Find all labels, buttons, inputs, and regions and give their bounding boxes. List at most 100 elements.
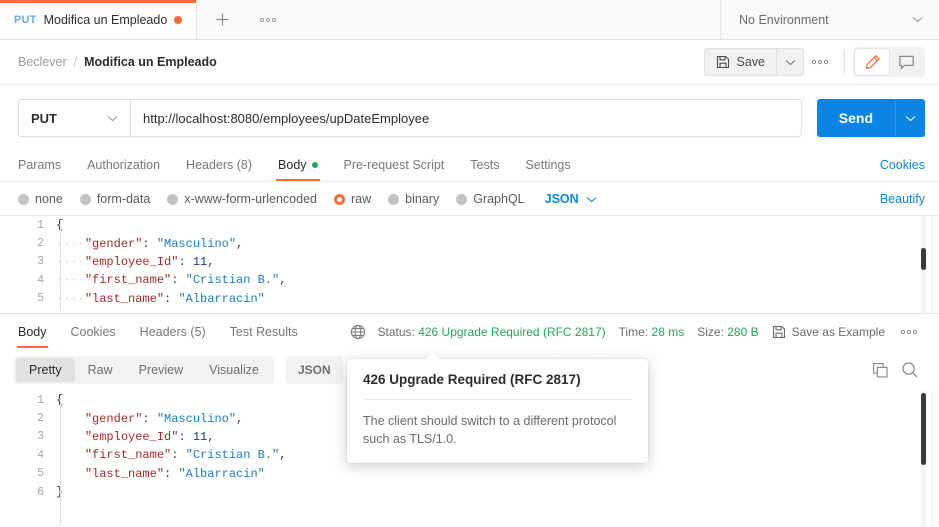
- json-key: "gender": [84, 411, 143, 426]
- tooltip-title: 426 Upgrade Required (RFC 2817): [363, 372, 581, 387]
- body-type-none-label: none: [35, 192, 63, 206]
- body-present-dot-icon: [311, 162, 318, 168]
- response-view-mode-group: Pretty Raw Preview Visualize: [14, 356, 274, 384]
- response-tab-headers[interactable]: Headers (5): [140, 316, 206, 348]
- tab-method-label: PUT: [14, 13, 37, 26]
- request-tab-modifica-un-empleado[interactable]: PUT Modifica un Empleado: [0, 0, 198, 39]
- body-type-binary[interactable]: binary: [388, 192, 439, 206]
- json-key: "gender": [84, 236, 143, 251]
- tab-settings-label: Settings: [525, 158, 571, 172]
- tab-settings[interactable]: Settings: [525, 158, 570, 181]
- json-value: "Cristian B.": [185, 448, 280, 463]
- tab-params[interactable]: Params: [18, 158, 61, 181]
- line-number: 2: [37, 237, 44, 251]
- json-key: "employee_Id": [84, 254, 179, 269]
- json-value: "Masculino": [156, 236, 237, 251]
- body-type-binary-label: binary: [405, 192, 440, 206]
- body-type-graphql[interactable]: GraphQL: [456, 192, 525, 206]
- breadcrumb-collection-link[interactable]: Beclever: [18, 55, 67, 69]
- copy-to-clipboard-button[interactable]: [865, 356, 895, 384]
- postman-window: PUT Modifica un Empleado No Environment …: [0, 0, 939, 527]
- request-body-editor[interactable]: 1 { 2 ····"gender": "Masculino", 3 ····"…: [0, 215, 939, 313]
- response-view-pretty[interactable]: Pretty: [16, 358, 75, 382]
- tab-params-label: Params: [18, 158, 62, 172]
- viewer-right-edge: [931, 391, 939, 527]
- editor-fold-guide: [60, 395, 61, 525]
- tab-body[interactable]: Body: [276, 158, 320, 181]
- response-format-selector[interactable]: JSON: [285, 356, 343, 384]
- status-value: 426 Upgrade Required (RFC 2817): [418, 324, 606, 339]
- status-code-tooltip: 426 Upgrade Required (RFC 2817) The clie…: [347, 351, 648, 464]
- response-tab-test-results[interactable]: Test Results: [230, 316, 298, 348]
- editor-right-edge: [931, 216, 939, 313]
- response-time: Time: 28 ms: [619, 325, 685, 339]
- tab-tests-label: Tests: [470, 158, 500, 172]
- response-status[interactable]: Status: 426 Upgrade Required (RFC 2817): [377, 325, 605, 339]
- line-number: 6: [37, 485, 44, 499]
- json-value: 11: [192, 429, 208, 444]
- environment-value: No Environment: [739, 12, 829, 27]
- pencil-icon: [864, 54, 881, 71]
- tab-authorization[interactable]: Authorization: [87, 158, 160, 181]
- save-as-example-label: Save as Example: [791, 324, 885, 339]
- response-view-raw[interactable]: Raw: [75, 358, 126, 382]
- unsaved-dot-icon: [174, 15, 183, 24]
- floppy-disk-icon: [716, 55, 730, 69]
- send-options-dropdown[interactable]: [895, 99, 925, 137]
- size-prefix-label: Size:: [697, 324, 724, 339]
- line-number: 1: [37, 393, 44, 407]
- radio-selected-icon: [334, 193, 345, 205]
- response-view-visualize[interactable]: Visualize: [196, 358, 272, 382]
- body-type-form-data[interactable]: form-data: [79, 192, 150, 206]
- time-prefix-label: Time:: [618, 324, 649, 339]
- response-more-actions-button[interactable]: [893, 318, 925, 346]
- json-value: "Albarracin": [178, 466, 265, 481]
- response-viewer-scrollbar-thumb[interactable]: [921, 393, 926, 465]
- breadcrumb-separator: /: [73, 55, 78, 69]
- search-response-button[interactable]: [895, 356, 925, 384]
- response-tab-body[interactable]: Body: [17, 316, 47, 348]
- http-method-selector[interactable]: PUT: [18, 99, 130, 137]
- save-button-label: Save: [736, 55, 766, 69]
- body-type-raw[interactable]: raw: [334, 192, 371, 206]
- request-more-actions-button[interactable]: [804, 48, 836, 76]
- new-tab-button[interactable]: [197, 0, 248, 39]
- save-button[interactable]: Save: [703, 48, 776, 76]
- line-number: 4: [37, 273, 44, 287]
- raw-format-selector[interactable]: JSON: [545, 192, 597, 206]
- body-type-x-www-form-urlencoded-label: x-www-form-urlencoded: [184, 192, 317, 206]
- request-editor-scrollbar-thumb[interactable]: [921, 248, 926, 270]
- send-button[interactable]: Send: [816, 99, 895, 137]
- request-tab-bar: PUT Modifica un Empleado No Environment: [0, 0, 939, 40]
- json-key: "first_name": [84, 448, 172, 463]
- save-options-dropdown[interactable]: [776, 48, 804, 76]
- edit-mode-button[interactable]: [855, 49, 889, 75]
- response-meta-bar: Body Cookies Headers (5) Test Results St…: [0, 313, 939, 349]
- body-type-x-www-form-urlencoded[interactable]: x-www-form-urlencoded: [167, 192, 317, 206]
- raw-format-value: JSON: [544, 192, 579, 206]
- chevron-down-icon: [107, 115, 118, 122]
- cookies-link[interactable]: Cookies: [880, 158, 925, 181]
- tab-body-label: Body: [278, 158, 307, 172]
- beautify-link[interactable]: Beautify: [880, 192, 925, 206]
- response-view-preview[interactable]: Preview: [126, 358, 196, 382]
- code-line: 1 {: [0, 216, 939, 234]
- save-as-example-button[interactable]: Save as Example: [772, 325, 885, 339]
- url-input[interactable]: http://localhost:8080/employees/upDateEm…: [130, 99, 802, 137]
- tab-headers[interactable]: Headers (8): [186, 158, 252, 181]
- environment-selector[interactable]: No Environment: [720, 0, 939, 39]
- request-section-tabs: Params Authorization Headers (8) Body Pr…: [0, 149, 939, 182]
- response-tab-cookies[interactable]: Cookies: [71, 316, 116, 348]
- tab-pre-request-script[interactable]: Pre-request Script: [344, 158, 445, 181]
- comments-button[interactable]: [889, 49, 923, 75]
- body-type-none[interactable]: none: [18, 192, 63, 206]
- size-value: 280 B: [727, 324, 759, 339]
- status-prefix-label: Status:: [377, 324, 415, 339]
- line-number: 3: [37, 255, 44, 269]
- tab-bar-more-button[interactable]: [247, 0, 290, 39]
- line-number: 5: [37, 292, 44, 306]
- time-value: 28 ms: [651, 324, 685, 339]
- code-line: 2 ····"gender": "Masculino",: [0, 234, 939, 252]
- tab-tests[interactable]: Tests: [470, 158, 499, 181]
- json-key: "first_name": [84, 273, 172, 288]
